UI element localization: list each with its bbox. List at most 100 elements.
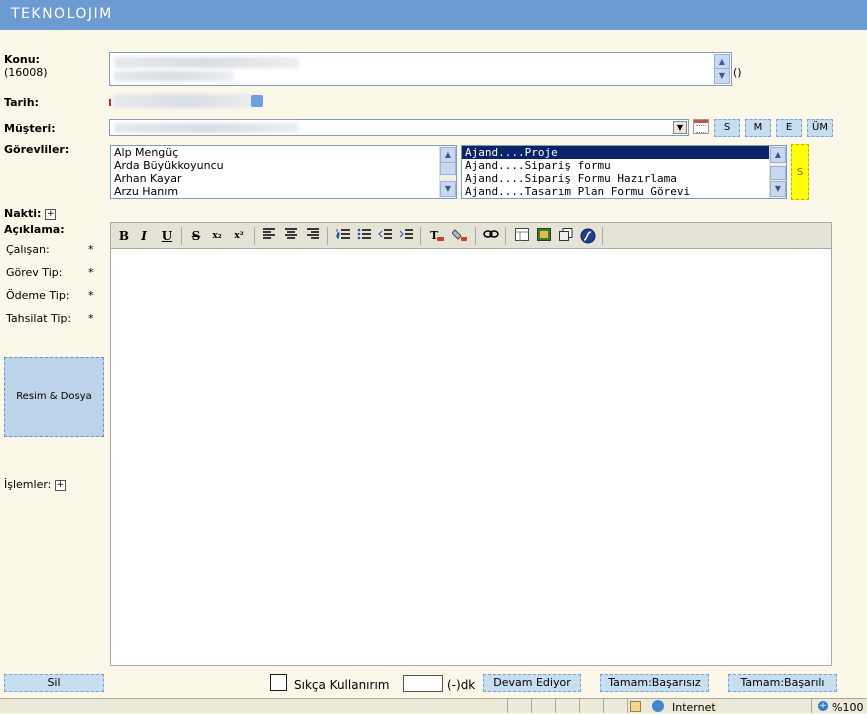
dk-label: (-)dk — [447, 678, 476, 692]
app-logo: TEKNOLOJIM — [11, 6, 113, 22]
background-color-icon[interactable] — [451, 228, 468, 244]
bold-icon[interactable]: B — [116, 228, 132, 244]
scroll-down-icon[interactable]: ▼ — [770, 181, 786, 197]
dk-input[interactable] — [403, 675, 443, 692]
nakti-label[interactable]: Nakti: + — [4, 207, 57, 220]
islemler-label[interactable]: İşlemler: + — [4, 478, 66, 491]
status-divider — [531, 699, 532, 713]
globe-icon — [652, 700, 664, 712]
app-header: TEKNOLOJIM — [0, 0, 867, 30]
zoom-level[interactable]: %100 — [832, 701, 863, 714]
security-zone-label: Internet — [672, 701, 716, 714]
sikca-label: Sıkça Kullanırım — [294, 678, 390, 692]
strikethrough-icon[interactable]: S — [188, 228, 204, 244]
chevron-down-icon[interactable]: ▼ — [673, 121, 687, 134]
list-item[interactable]: Arda Büyükkoyuncu — [111, 159, 456, 172]
devam-ediyor-button[interactable]: Devam Ediyor — [483, 674, 581, 692]
image-icon[interactable] — [536, 228, 552, 244]
toolbar-separator — [475, 227, 476, 245]
list-item[interactable]: Ajand....Sipariş Formu Hazırlama — [462, 172, 786, 185]
subscript-icon[interactable]: x₂ — [209, 228, 225, 244]
required-asterisk: * — [88, 312, 94, 325]
musteri-select[interactable]: ▼ — [109, 119, 689, 136]
tamam-basarisiz-button[interactable]: Tamam:Başarısız — [600, 674, 709, 692]
zoom-icon[interactable]: + — [818, 701, 828, 711]
flash-icon[interactable] — [580, 228, 596, 244]
resim-dosya-button[interactable]: Resim & Dosya — [4, 357, 104, 437]
ajand-listbox[interactable]: Ajand....Proje Ajand....Sipariş formu Aj… — [461, 145, 787, 199]
superscript-icon[interactable]: x² — [231, 228, 247, 244]
tarih-label: Tarih: — [4, 96, 39, 109]
text-color-icon[interactable]: T — [429, 228, 445, 244]
table-icon[interactable] — [514, 228, 530, 244]
unordered-list-icon[interactable] — [356, 228, 372, 244]
konu-id: (16008) — [4, 66, 48, 79]
calendar-grid-icon[interactable] — [693, 119, 709, 134]
tarih-field-redacted[interactable] — [113, 94, 263, 108]
outdent-icon[interactable] — [377, 228, 393, 244]
sil-button[interactable]: Sil — [4, 674, 104, 692]
status-divider — [603, 699, 604, 713]
status-divider — [555, 699, 556, 713]
aciklama-label: Açıklama: — [4, 223, 65, 236]
musteri-redacted-text — [114, 123, 299, 133]
rich-text-editor[interactable] — [110, 248, 832, 666]
required-marker — [109, 99, 111, 106]
status-divider — [507, 699, 508, 713]
list-item[interactable]: Alp Mengüç — [111, 146, 456, 159]
copy-icon[interactable] — [558, 228, 574, 244]
italic-icon[interactable]: I — [136, 228, 152, 244]
scroll-down-icon[interactable]: ▼ — [714, 68, 730, 84]
calendar-icon[interactable] — [251, 95, 263, 107]
tamam-basarili-button[interactable]: Tamam:Başarılı — [728, 674, 837, 692]
list-item[interactable]: Arzu Hanım — [111, 185, 456, 198]
musteri-label: Müşteri: — [4, 122, 56, 135]
toolbar-separator — [254, 227, 255, 245]
konu-redacted-text — [114, 57, 299, 68]
nakti-text: Nakti: — [4, 207, 42, 220]
browser-status-bar: Internet + %100 — [0, 698, 867, 714]
indent-icon[interactable] — [398, 228, 414, 244]
align-left-icon[interactable] — [261, 228, 277, 244]
page-icon — [630, 701, 641, 712]
konu-suffix: () — [733, 66, 742, 79]
toolbar-separator — [420, 227, 421, 245]
list-item[interactable]: Arhan Kayar — [111, 172, 456, 185]
scroll-thumb[interactable] — [440, 162, 456, 175]
ordered-list-icon[interactable] — [335, 228, 351, 244]
gorevliler-listbox[interactable]: Alp Mengüç Arda Büyükkoyuncu Arhan Kayar… — [110, 145, 457, 199]
musteri-s-button[interactable]: S — [714, 119, 740, 137]
expand-plus-icon[interactable]: + — [45, 208, 57, 220]
list-item[interactable]: Ajand....Proje — [462, 146, 786, 159]
scrollbar[interactable]: ▲ ▼ — [439, 146, 456, 198]
gorev-tip-label: Görev Tip: — [6, 266, 63, 279]
align-right-icon[interactable] — [305, 228, 321, 244]
sikca-checkbox[interactable] — [270, 674, 287, 691]
konu-textarea[interactable]: ▲ ▼ — [109, 52, 732, 86]
toolbar-separator — [505, 227, 506, 245]
musteri-um-button[interactable]: ÜM — [807, 119, 833, 137]
editor-toolbar: B I U S x₂ x² T — [110, 222, 832, 248]
required-asterisk: * — [88, 243, 94, 256]
toolbar-separator — [327, 227, 328, 245]
expand-plus-icon[interactable]: + — [54, 479, 66, 491]
gorevliler-label: Görevliler: — [4, 143, 70, 156]
scroll-up-icon[interactable]: ▲ — [770, 147, 786, 163]
underline-icon[interactable]: U — [159, 228, 175, 244]
scrollbar[interactable]: ▲ ▼ — [769, 146, 786, 198]
konu-redacted-text-2 — [114, 71, 234, 81]
toolbar-separator — [602, 227, 603, 245]
ajand-s-button[interactable]: S — [791, 144, 809, 200]
scroll-up-icon[interactable]: ▲ — [440, 147, 456, 163]
list-item[interactable]: Ajand....Sipariş formu — [462, 159, 786, 172]
align-center-icon[interactable] — [283, 228, 299, 244]
list-item[interactable]: Ajand....Tasarım Plan Formu Görevi — [462, 185, 786, 198]
musteri-e-button[interactable]: E — [776, 119, 802, 137]
scroll-down-icon[interactable]: ▼ — [440, 181, 456, 197]
musteri-m-button[interactable]: M — [745, 119, 771, 137]
status-divider — [579, 699, 580, 713]
scroll-thumb[interactable] — [770, 166, 786, 180]
required-asterisk: * — [88, 289, 94, 302]
toolbar-separator — [181, 227, 182, 245]
link-icon[interactable] — [483, 228, 499, 244]
